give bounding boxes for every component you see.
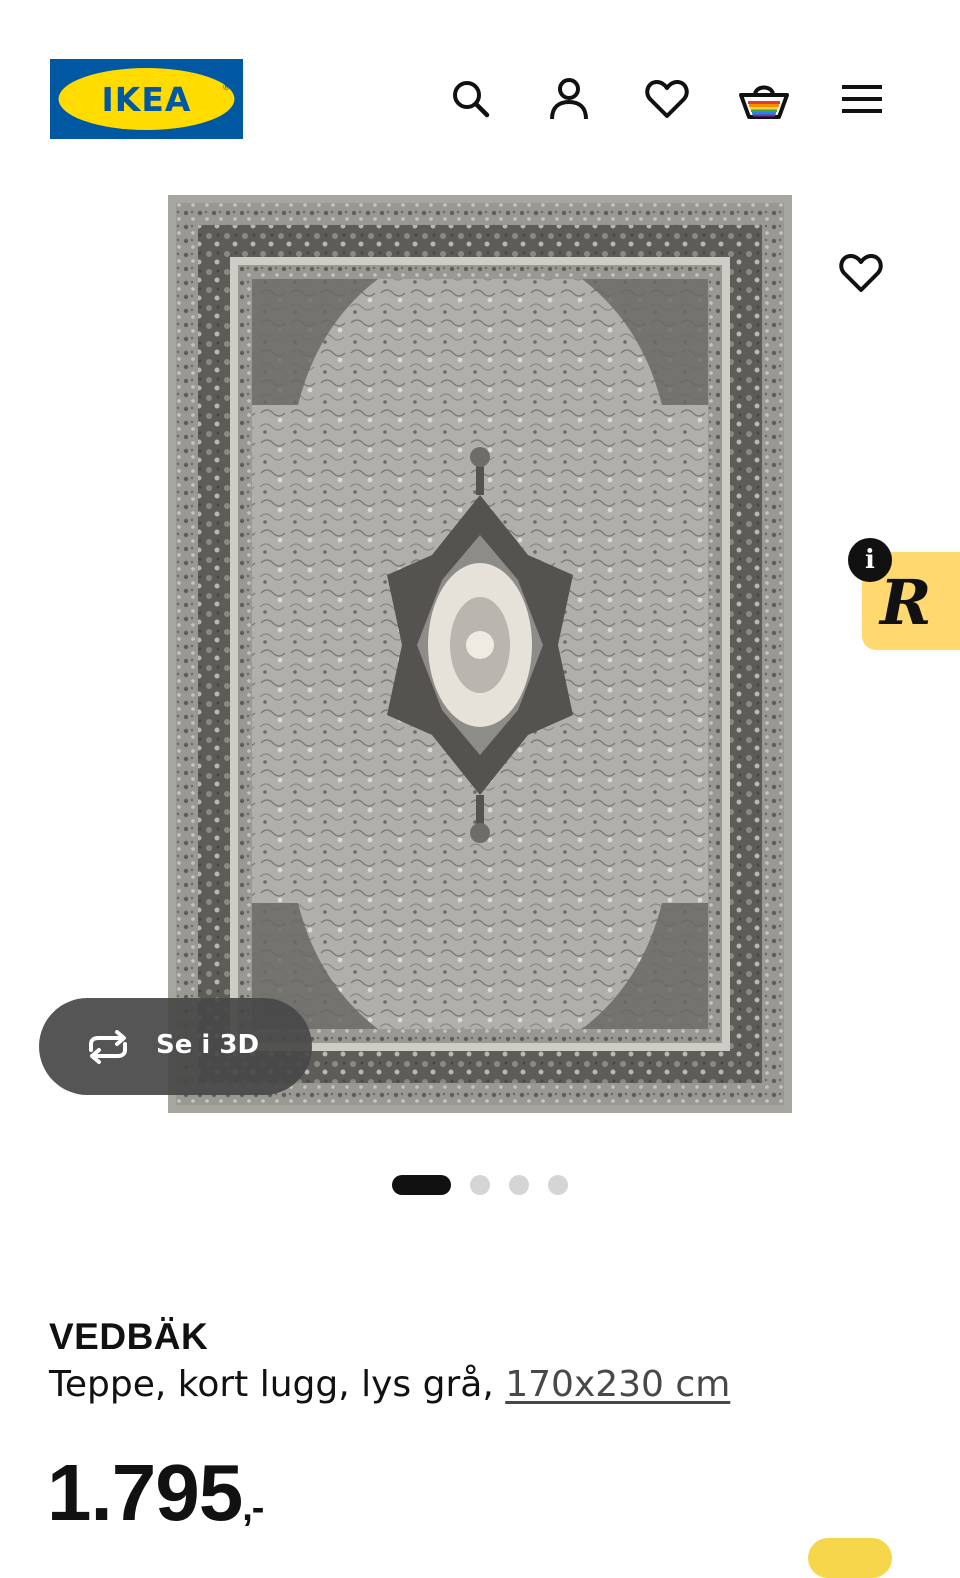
wishlist-button[interactable] xyxy=(641,73,693,125)
logo-text: IKEA xyxy=(101,79,192,119)
price-suffix: ,- xyxy=(242,1487,264,1529)
floating-action-button[interactable] xyxy=(808,1538,892,1578)
basket-button[interactable] xyxy=(738,73,790,125)
price-value: 1.795 xyxy=(47,1448,243,1537)
view-3d-label: Se i 3D xyxy=(156,1030,260,1060)
rotate-icon xyxy=(89,1030,127,1064)
carousel-dot[interactable] xyxy=(470,1175,490,1195)
product-name: VEDBÄK xyxy=(49,1316,209,1357)
heart-icon xyxy=(645,79,689,118)
registered-mark: ® xyxy=(222,83,231,93)
menu-button[interactable] xyxy=(836,73,888,125)
ikea-logo[interactable]: IKEA ® xyxy=(50,59,243,139)
add-to-favorites-button[interactable] xyxy=(834,246,888,300)
carousel-dot[interactable] xyxy=(548,1175,568,1195)
basket-icon xyxy=(739,85,789,119)
menu-icon xyxy=(842,85,882,113)
profile-button[interactable] xyxy=(543,73,595,125)
view-3d-button[interactable]: Se i 3D xyxy=(39,998,312,1095)
profile-icon xyxy=(550,78,588,120)
product-price: 1.795,- xyxy=(47,1447,264,1539)
carousel-dot[interactable] xyxy=(509,1175,529,1195)
product-description-text: Teppe, kort lugg, lys grå, xyxy=(49,1364,506,1405)
info-icon[interactable]: i xyxy=(848,538,892,582)
carousel-dot-active[interactable] xyxy=(392,1175,451,1195)
search-button[interactable] xyxy=(445,73,497,125)
product-description: Teppe, kort lugg, lys grå, 170x230 cm xyxy=(49,1364,730,1405)
search-icon xyxy=(453,81,490,118)
heart-icon xyxy=(839,253,883,292)
product-size-link[interactable]: 170x230 cm xyxy=(505,1364,730,1405)
promo-letter: R xyxy=(880,566,932,639)
rug-image[interactable] xyxy=(168,195,792,1113)
